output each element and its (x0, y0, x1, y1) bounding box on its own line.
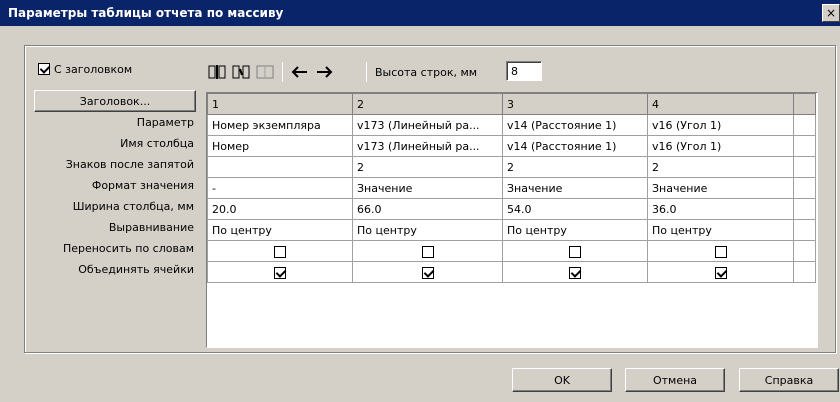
header-checkbox-row[interactable]: С заголовком (38, 62, 132, 76)
align-cell[interactable]: По центру (352, 219, 503, 241)
name-cell[interactable]: v173 (Линейный ра... (352, 135, 503, 157)
filler-cell (793, 177, 816, 199)
merge-cell (207, 261, 353, 283)
decimals-cell[interactable]: 2 (502, 156, 648, 178)
row-label-param: Параметр (136, 116, 194, 129)
filler-cell (793, 114, 816, 136)
param-cell[interactable]: v16 (Угол 1) (647, 114, 794, 136)
merge-checkbox[interactable] (714, 266, 727, 279)
merge-cell (502, 261, 648, 283)
align-cell[interactable]: По центру (207, 219, 353, 241)
filler-cell (793, 219, 816, 241)
name-cell[interactable]: v16 (Угол 1) (647, 135, 794, 157)
header-button[interactable]: Заголовок... (34, 90, 196, 112)
wrap-checkbox[interactable] (569, 245, 581, 258)
merge-columns-icon (256, 65, 274, 79)
row-label-format: Формат значения (91, 179, 194, 192)
ok-button[interactable]: OK (512, 368, 612, 392)
width-cell[interactable]: 20.0 (207, 198, 353, 220)
close-button[interactable]: × (822, 4, 840, 22)
row-label-width: Ширина столбца, мм (72, 200, 194, 213)
insert-column-icon[interactable] (208, 64, 228, 80)
table-row (207, 240, 816, 262)
format-cell[interactable]: Значение (352, 177, 503, 199)
width-cell[interactable]: 36.0 (647, 198, 794, 220)
filler-cell (793, 135, 816, 157)
row-label-align: Выравнивание (108, 221, 194, 234)
toolbar-separator (366, 62, 367, 82)
filler-cell (793, 198, 816, 220)
name-cell[interactable]: Номер (207, 135, 353, 157)
header-checkbox-label: С заголовком (54, 62, 133, 76)
align-cell[interactable]: По центру (502, 219, 648, 241)
merge-checkbox[interactable] (569, 266, 581, 279)
columns-grid: 1 2 3 4 Номер экземпляра v173 (Линейный … (206, 92, 818, 348)
help-button[interactable]: Справка (739, 368, 839, 392)
column-header-filler (793, 93, 816, 115)
wrap-checkbox[interactable] (421, 245, 434, 258)
filler-cell (793, 240, 816, 262)
row-label-merge: Объединять ячейки (78, 263, 194, 276)
column-header[interactable]: 3 (502, 93, 648, 115)
column-header[interactable]: 2 (352, 93, 503, 115)
row-height-label: Высота строк, мм (375, 66, 478, 79)
param-cell[interactable]: v173 (Линейный ра... (352, 114, 503, 136)
name-cell[interactable]: v14 (Расстояние 1) (502, 135, 648, 157)
merge-checkbox[interactable] (274, 266, 286, 279)
title-bar: Параметры таблицы отчета по массиву × (0, 0, 840, 26)
format-cell[interactable]: - (207, 177, 353, 199)
table-row: 20.0 66.0 54.0 36.0 (207, 198, 816, 220)
param-cell[interactable]: Номер экземпляра (207, 114, 353, 136)
column-header[interactable]: 1 (207, 93, 353, 115)
row-labels: Параметр Имя столбца Знаков после запято… (24, 112, 194, 280)
wrap-cell (647, 240, 794, 262)
row-label-column-name: Имя столбца (120, 137, 194, 150)
wrap-cell (502, 240, 648, 262)
table-row: По центру По центру По центру По центру (207, 219, 816, 241)
arrow-right-icon[interactable] (314, 64, 334, 80)
column-header[interactable]: 4 (647, 93, 794, 115)
delete-column-icon[interactable] (232, 64, 252, 80)
filler-cell (793, 261, 816, 283)
decimals-cell[interactable]: 2 (647, 156, 794, 178)
window-title: Параметры таблицы отчета по массиву (8, 6, 284, 20)
arrow-left-icon[interactable] (290, 64, 310, 80)
row-label-decimals: Знаков после запятой (65, 158, 194, 171)
table-row: 2 2 2 (207, 156, 816, 178)
wrap-checkbox[interactable] (274, 245, 286, 258)
format-cell[interactable]: Значение (502, 177, 648, 199)
table-row: Номер v173 (Линейный ра... v14 (Расстоян… (207, 135, 816, 157)
cancel-button[interactable]: Отмена (625, 368, 725, 392)
wrap-cell (352, 240, 503, 262)
table-row (207, 261, 816, 283)
table-row: Номер экземпляра v173 (Линейный ра... v1… (207, 114, 816, 136)
wrap-checkbox[interactable] (714, 245, 727, 258)
merge-cell (352, 261, 503, 283)
merge-cell (647, 261, 794, 283)
row-height-input[interactable] (506, 61, 542, 81)
wrap-cell (207, 240, 353, 262)
param-cell[interactable]: v14 (Расстояние 1) (502, 114, 648, 136)
header-checkbox[interactable] (38, 63, 50, 75)
width-cell[interactable]: 54.0 (502, 198, 648, 220)
table-row: - Значение Значение Значение (207, 177, 816, 199)
align-cell[interactable]: По центру (647, 219, 794, 241)
decimals-cell[interactable]: 2 (352, 156, 503, 178)
row-label-wrap: Переносить по словам (62, 242, 194, 255)
toolbar-separator (282, 62, 283, 82)
width-cell[interactable]: 66.0 (352, 198, 503, 220)
merge-checkbox[interactable] (421, 266, 434, 279)
filler-cell (793, 156, 816, 178)
columns-table: 1 2 3 4 Номер экземпляра v173 (Линейный … (207, 93, 816, 283)
format-cell[interactable]: Значение (647, 177, 794, 199)
decimals-cell[interactable] (207, 156, 353, 178)
